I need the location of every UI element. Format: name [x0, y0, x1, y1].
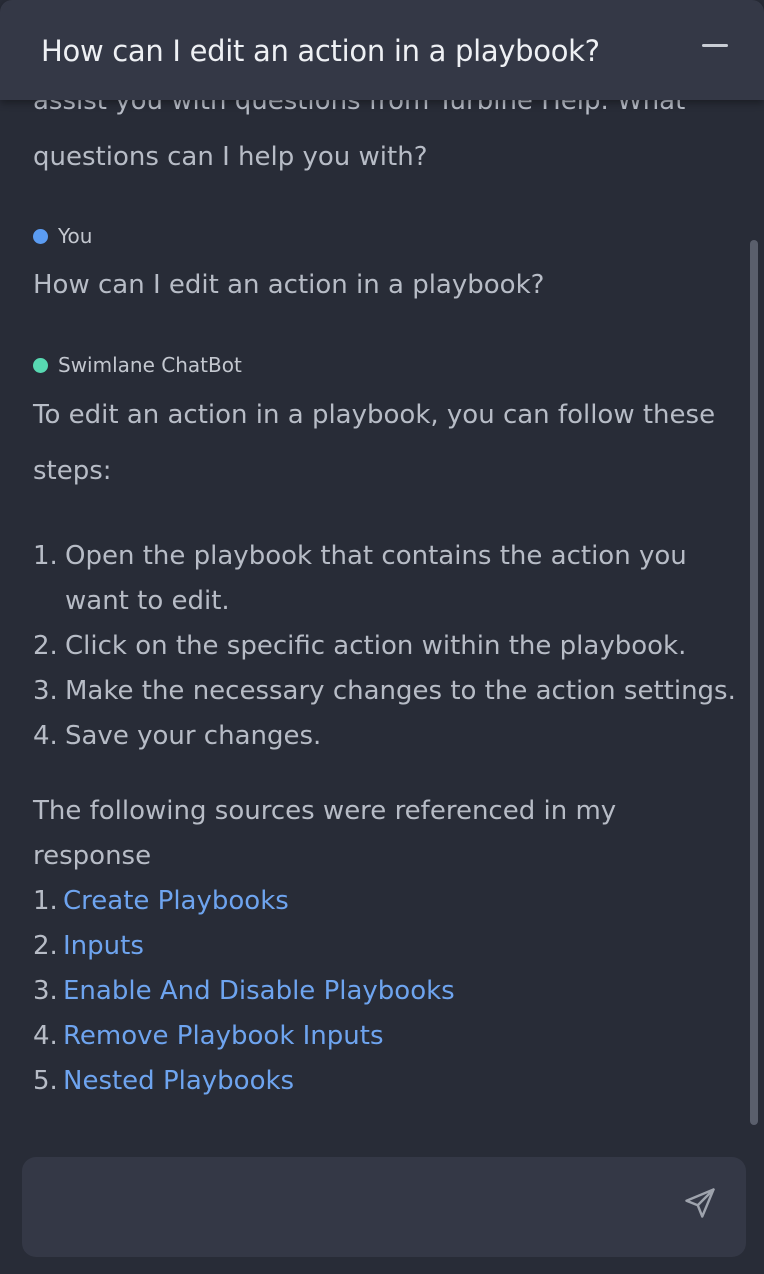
- user-sender-label: You: [58, 224, 93, 248]
- user-status-dot: [33, 228, 48, 244]
- list-item: 3. Make the necessary changes to the act…: [33, 669, 736, 714]
- step-text: Save your changes.: [65, 721, 322, 751]
- step-number: 4.: [33, 721, 58, 751]
- user-sender: You: [33, 224, 92, 248]
- source-number: 4.: [33, 1021, 58, 1051]
- source-number: 5.: [33, 1066, 58, 1096]
- source-link[interactable]: Enable And Disable Playbooks: [63, 969, 455, 1014]
- source-number: 1.: [33, 886, 58, 916]
- sources-intro: response: [33, 841, 152, 871]
- source-number: 3.: [33, 976, 58, 1006]
- list-item: want to edit.: [33, 579, 736, 624]
- bot-reply-line: To edit an action in a playbook, you can…: [33, 400, 716, 430]
- list-item: 1. Open the playbook that contains the a…: [33, 534, 736, 579]
- source-item: 3. Enable And Disable Playbooks: [33, 969, 616, 1014]
- source-item: 4. Remove Playbook Inputs: [33, 1014, 616, 1059]
- minimize-icon: [702, 44, 728, 47]
- step-text: Make the necessary changes to the action…: [65, 676, 736, 706]
- scrollbar-thumb[interactable]: [750, 240, 758, 1125]
- bot-intro-last-line: questions can I help you with?: [33, 142, 428, 172]
- message-composer: [22, 1157, 746, 1257]
- minimize-button[interactable]: [694, 30, 736, 62]
- message-input[interactable]: [42, 1181, 662, 1233]
- bot-sender-label: Swimlane ChatBot: [58, 353, 242, 377]
- bot-sender: Swimlane ChatBot: [33, 353, 242, 377]
- message-list[interactable]: assist you with questions from Turbine H…: [0, 100, 764, 1140]
- step-number: 1.: [33, 541, 58, 571]
- source-link[interactable]: Create Playbooks: [63, 879, 289, 924]
- source-link[interactable]: Remove Playbook Inputs: [63, 1014, 384, 1059]
- list-item: 2. Click on the specific action within t…: [33, 624, 736, 669]
- source-item: 1. Create Playbooks: [33, 879, 616, 924]
- source-link[interactable]: Nested Playbooks: [63, 1059, 294, 1104]
- source-item: 2. Inputs: [33, 924, 616, 969]
- bot-intro-partial-line: assist you with questions from Turbine H…: [33, 100, 686, 116]
- chat-panel: How can I edit an action in a playbook? …: [0, 0, 764, 1274]
- paper-plane-icon: [685, 1188, 715, 1218]
- list-item: 4. Save your changes.: [33, 714, 736, 759]
- chat-title: How can I edit an action in a playbook?: [41, 34, 600, 68]
- bot-status-dot: [33, 357, 48, 373]
- step-text: Click on the specific action within the …: [65, 631, 687, 661]
- sources-intro: The following sources were referenced in…: [33, 796, 617, 826]
- source-number: 2.: [33, 931, 58, 961]
- source-link[interactable]: Inputs: [63, 924, 144, 969]
- send-button[interactable]: [682, 1185, 718, 1221]
- steps-list: 1. Open the playbook that contains the a…: [33, 534, 736, 759]
- step-number: 3.: [33, 676, 58, 706]
- sources-list: The following sources were referenced in…: [33, 789, 616, 1104]
- bot-reply-line: steps:: [33, 456, 112, 486]
- chat-header: How can I edit an action in a playbook?: [0, 0, 764, 100]
- user-message: How can I edit an action in a playbook?: [33, 270, 545, 300]
- source-item: 5. Nested Playbooks: [33, 1059, 616, 1104]
- step-text: Open the playbook that contains the acti…: [65, 541, 687, 571]
- step-text: want to edit.: [65, 586, 230, 616]
- step-number: 2.: [33, 631, 58, 661]
